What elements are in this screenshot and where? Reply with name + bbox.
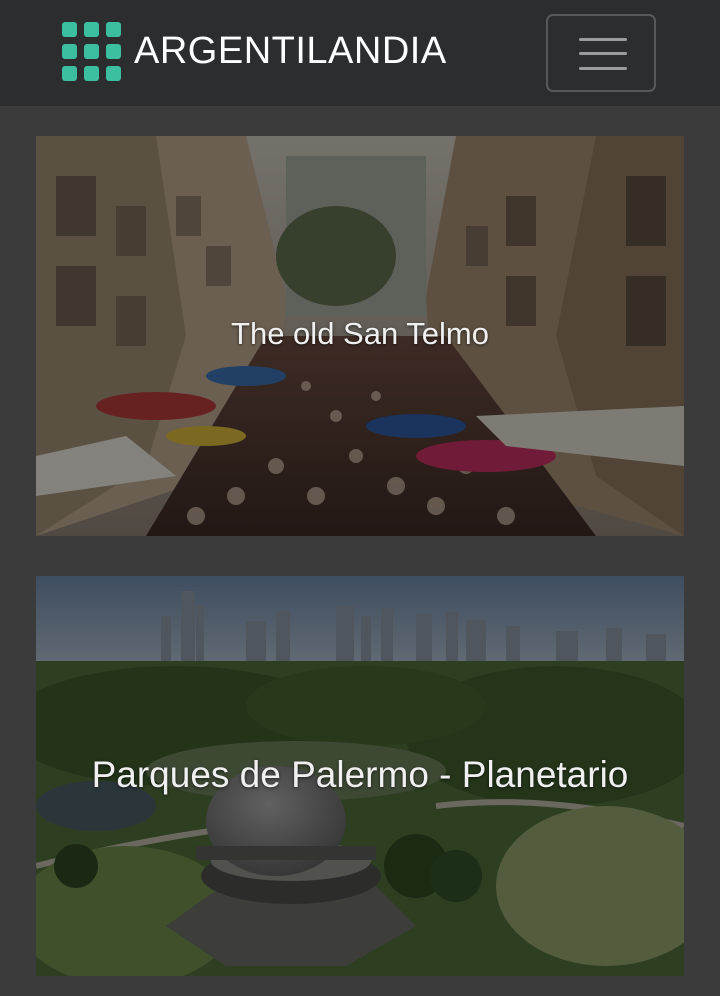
top-navbar: ARGENTILANDIA [0,0,720,106]
card-title: Parques de Palermo - Planetario [91,754,629,795]
destination-card-san-telmo[interactable]: The old San Telmo [36,136,684,536]
menu-toggle-button[interactable] [546,14,656,92]
grid-logo-icon [62,22,122,82]
brand-link[interactable]: ARGENTILANDIA [62,22,447,82]
destination-card-palermo[interactable]: Parques de Palermo - Planetario [36,576,684,976]
card-title: The old San Telmo [231,316,489,351]
brand-name: ARGENTILANDIA [134,30,447,72]
